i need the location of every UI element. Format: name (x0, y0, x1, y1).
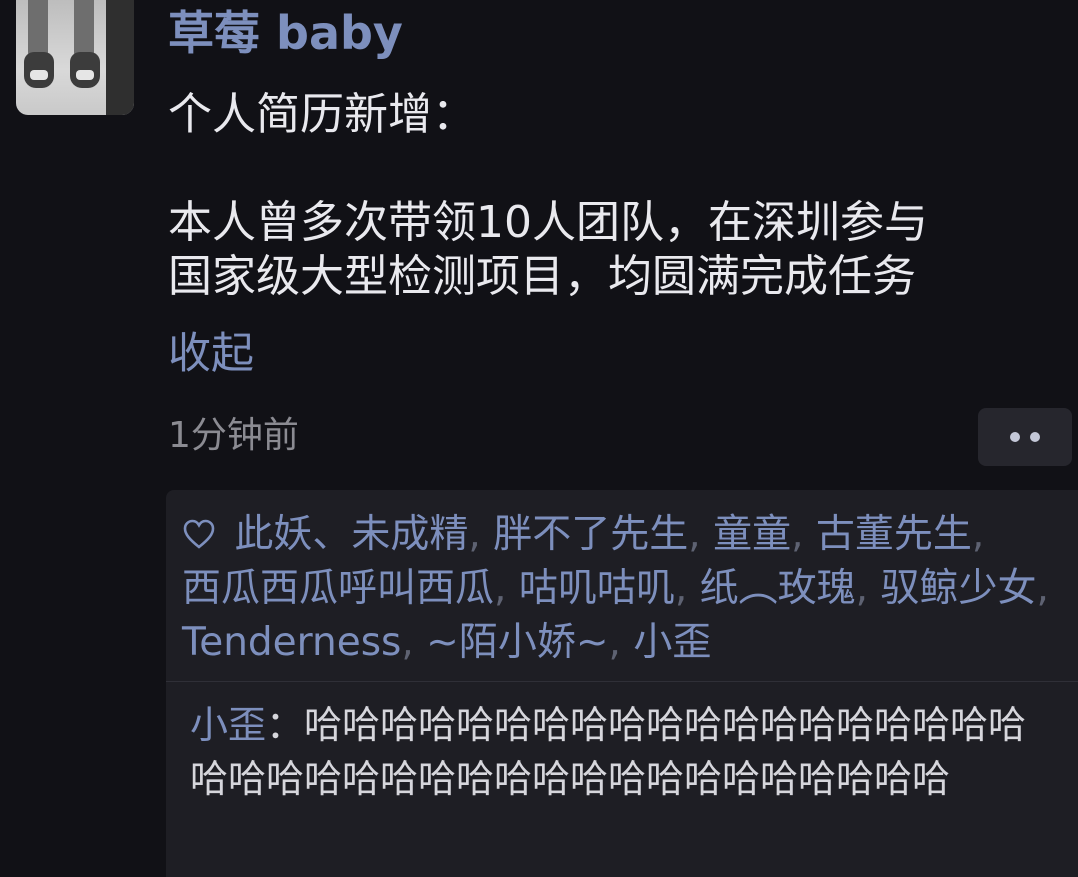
more-actions-button[interactable] (978, 408, 1072, 466)
avatar[interactable] (16, 0, 134, 115)
liker-name[interactable]: 驭鲸少女 (880, 566, 1036, 611)
moments-post: 草莓 baby 个人简历新增： 本人曾多次带领10人团队，在深圳参与 国家级大型… (0, 0, 1078, 877)
liker-separator: , (1036, 566, 1049, 611)
liker-name[interactable]: 童童 (713, 512, 791, 557)
avatar-photo-leg (74, 0, 94, 58)
liker-separator: , (608, 620, 621, 665)
more-dots-icon (1030, 432, 1040, 442)
liker-separator: , (401, 620, 414, 665)
liker-name[interactable]: 纸︵玫瑰 (700, 566, 856, 611)
avatar-photo-leg (28, 0, 48, 58)
liker-separator: , (688, 512, 701, 557)
post-body: 个人简历新增： 本人曾多次带领10人团队，在深圳参与 国家级大型检测项目，均圆满… (168, 88, 1068, 304)
comment-author[interactable]: 小歪 (190, 703, 266, 747)
liker-separator: , (791, 512, 804, 557)
liker-name[interactable]: 小歪 (633, 620, 711, 665)
post-timestamp: 1分钟前 (168, 415, 299, 456)
comment-text: 哈哈哈哈哈哈哈哈哈哈哈哈哈哈哈哈哈哈哈哈哈哈哈哈哈哈哈哈哈哈哈哈哈哈哈哈哈哈哈 (190, 703, 1027, 801)
liker-separator: , (971, 512, 985, 557)
liker-name[interactable]: 此妖、未成精 (234, 512, 468, 557)
interaction-panel: 此妖、未成精, 胖不了先生, 童童, 古董先生, 西瓜西瓜呼叫西瓜, 咕叽咕叽,… (166, 490, 1078, 877)
liker-name[interactable]: 胖不了先生 (493, 512, 688, 557)
avatar-photo-shoe (24, 52, 54, 88)
post-text-line: 个人简历新增： (168, 89, 476, 140)
comment-colon: ： (266, 703, 305, 747)
post-text-line: 国家级大型检测项目，均圆满完成任务 (168, 251, 916, 302)
liker-separator: , (494, 566, 507, 611)
liker-name[interactable]: 西瓜西瓜呼叫西瓜 (182, 566, 494, 611)
post-text-line: 本人曾多次带领10人团队，在深圳参与 (168, 197, 928, 248)
liker-name[interactable]: ~陌小娇~ (426, 620, 608, 665)
post-text-gap (168, 142, 1068, 196)
comment-item[interactable]: 小歪：哈哈哈哈哈哈哈哈哈哈哈哈哈哈哈哈哈哈哈哈哈哈哈哈哈哈哈哈哈哈哈哈哈哈哈哈哈… (190, 698, 1060, 806)
likes-list: 此妖、未成精, 胖不了先生, 童童, 古董先生, 西瓜西瓜呼叫西瓜, 咕叽咕叽,… (182, 508, 1062, 670)
liker-separator: , (468, 512, 481, 557)
liker-name[interactable]: 咕叽咕叽 (519, 566, 675, 611)
heart-outline-icon (182, 508, 216, 562)
liker-separator: , (674, 566, 688, 611)
author-name[interactable]: 草莓 baby (168, 5, 403, 61)
liker-name[interactable]: 古董先生 (816, 512, 972, 557)
collapse-link[interactable]: 收起 (168, 327, 254, 381)
liker-name[interactable]: Tenderness (182, 620, 401, 665)
more-dots-icon (1010, 432, 1020, 442)
panel-divider (166, 681, 1078, 682)
avatar-photo-shadow (106, 0, 134, 115)
avatar-photo-shoe (70, 52, 100, 88)
liker-separator: , (855, 566, 869, 611)
